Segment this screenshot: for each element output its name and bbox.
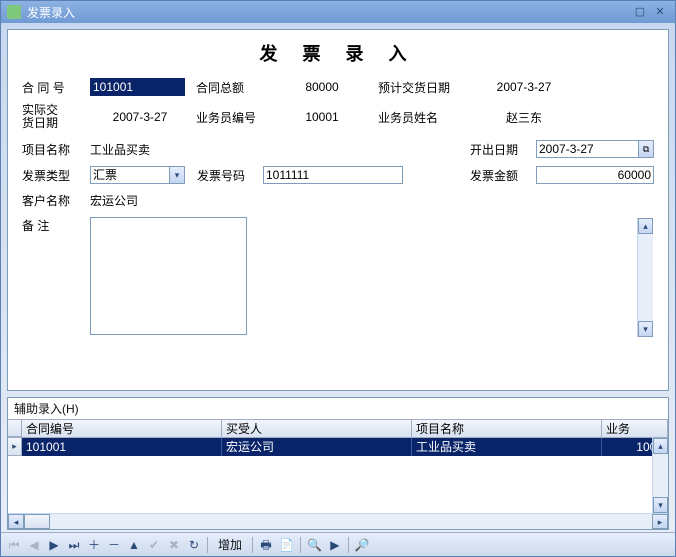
scroll-down-icon[interactable]: ▾ bbox=[653, 497, 668, 513]
app-window: 发票录入 ▢ ✕ 发 票 录 入 合 同 号 合同总额 80000 预计交货日期… bbox=[0, 0, 676, 557]
grid-header: 合同编号 买受人 项目名称 业务 bbox=[8, 420, 668, 438]
maximize-button[interactable]: ▢ bbox=[631, 5, 649, 19]
contract-no-label: 合 同 号 bbox=[22, 79, 84, 96]
cell-buyer: 宏运公司 bbox=[222, 438, 412, 456]
prev-record-button[interactable]: ◀ bbox=[25, 536, 43, 554]
col-biz[interactable]: 业务 bbox=[602, 420, 668, 437]
invoice-type-label: 发票类型 bbox=[22, 167, 84, 184]
expected-delivery-value: 2007-3-27 bbox=[464, 80, 584, 94]
invoice-amount-label: 发票金额 bbox=[470, 167, 530, 184]
contract-no-input[interactable] bbox=[90, 78, 185, 96]
date-picker-button[interactable]: ⧉ bbox=[638, 141, 653, 157]
play-button[interactable]: ▶ bbox=[326, 536, 344, 554]
contract-total-label: 合同总额 bbox=[196, 79, 266, 96]
actual-delivery-label: 实际交货日期 bbox=[22, 104, 84, 130]
close-button[interactable]: ✕ bbox=[651, 5, 669, 19]
issue-date-value: 2007-3-27 bbox=[537, 141, 638, 157]
page-title: 发 票 录 入 bbox=[22, 40, 654, 66]
grid-h-scrollbar[interactable]: ◂ ▸ bbox=[8, 513, 668, 529]
scroll-up-icon[interactable]: ▴ bbox=[638, 218, 653, 234]
chevron-down-icon[interactable]: ▾ bbox=[169, 167, 184, 183]
row-marker[interactable]: ▸ bbox=[8, 438, 22, 456]
issue-date-picker[interactable]: 2007-3-27 ⧉ bbox=[536, 140, 654, 158]
edit-record-button[interactable]: ▲ bbox=[125, 536, 143, 554]
salesman-name-label: 业务员姓名 bbox=[378, 109, 458, 126]
scroll-right-icon[interactable]: ▸ bbox=[652, 514, 668, 529]
app-icon bbox=[7, 5, 21, 19]
invoice-type-value: 汇票 bbox=[91, 167, 169, 183]
invoice-amount-input[interactable] bbox=[536, 166, 654, 184]
grid-v-scrollbar[interactable]: ▴ ▾ bbox=[652, 438, 668, 513]
cell-project: 工业品买卖 bbox=[412, 438, 602, 456]
nav-toolbar: ⏮ ◀ ▶ ⏭ ＋ － ▲ ✔ ✖ ↻ 增加 🖶 📄 🔍 ▶ 🔎 bbox=[1, 532, 675, 556]
form-panel: 发 票 录 入 合 同 号 合同总额 80000 预计交货日期 2007-3-2… bbox=[7, 29, 669, 391]
remarks-textarea[interactable] bbox=[90, 217, 247, 335]
salesman-no-label: 业务员编号 bbox=[196, 109, 266, 126]
print-preview-button[interactable]: 📄 bbox=[277, 536, 296, 554]
zoom-button[interactable]: 🔎 bbox=[353, 536, 372, 554]
cancel-edit-button[interactable]: ✖ bbox=[165, 536, 183, 554]
customer-name-label: 客户名称 bbox=[22, 192, 84, 209]
confirm-button[interactable]: ✔ bbox=[145, 536, 163, 554]
actual-delivery-value: 2007-3-27 bbox=[90, 110, 190, 124]
row-marker-header bbox=[8, 420, 22, 437]
expected-delivery-label: 预计交货日期 bbox=[378, 79, 458, 96]
next-record-button[interactable]: ▶ bbox=[45, 536, 63, 554]
last-record-button[interactable]: ⏭ bbox=[65, 536, 83, 554]
invoice-no-label: 发票号码 bbox=[197, 167, 257, 184]
scroll-down-icon[interactable]: ▾ bbox=[638, 321, 653, 337]
aux-title[interactable]: 辅助录入(H) bbox=[8, 398, 668, 419]
window-title: 发票录入 bbox=[27, 4, 75, 21]
remarks-scrollbar[interactable]: ▴ ▾ bbox=[637, 218, 653, 337]
aux-grid: 合同编号 买受人 项目名称 业务 ▸ 101001 宏运公司 工业品买卖 100… bbox=[8, 419, 668, 529]
invoice-no-input[interactable] bbox=[263, 166, 403, 184]
invoice-type-combo[interactable]: 汇票 ▾ bbox=[90, 166, 185, 184]
add-button[interactable]: 增加 bbox=[212, 536, 248, 554]
add-record-button[interactable]: ＋ bbox=[85, 536, 103, 554]
h-scroll-thumb[interactable] bbox=[24, 514, 50, 529]
print-button[interactable]: 🖶 bbox=[257, 536, 275, 554]
col-project[interactable]: 项目名称 bbox=[412, 420, 602, 437]
scroll-left-icon[interactable]: ◂ bbox=[8, 514, 24, 529]
table-row[interactable]: 101001 宏运公司 工业品买卖 1000 bbox=[22, 438, 668, 456]
grid-body: ▸ 101001 宏运公司 工业品买卖 1000 ▴ ▾ bbox=[8, 438, 668, 513]
project-name-label: 项目名称 bbox=[22, 141, 84, 158]
remove-record-button[interactable]: － bbox=[105, 536, 123, 554]
titlebar: 发票录入 ▢ ✕ bbox=[1, 1, 675, 23]
salesman-no-value: 10001 bbox=[272, 110, 372, 124]
col-contract-no[interactable]: 合同编号 bbox=[22, 420, 222, 437]
contract-total-value: 80000 bbox=[272, 80, 372, 94]
customer-name-value: 宏运公司 bbox=[90, 192, 138, 209]
refresh-button[interactable]: ↻ bbox=[185, 536, 203, 554]
aux-panel: 辅助录入(H) 合同编号 买受人 项目名称 业务 ▸ 101001 宏运公司 工… bbox=[7, 397, 669, 530]
cell-contract-no: 101001 bbox=[22, 438, 222, 456]
remarks-label: 备 注 bbox=[22, 217, 84, 338]
col-buyer[interactable]: 买受人 bbox=[222, 420, 412, 437]
search-button[interactable]: 🔍 bbox=[305, 536, 324, 554]
first-record-button[interactable]: ⏮ bbox=[5, 536, 23, 554]
salesman-name-value: 赵三东 bbox=[464, 109, 584, 126]
project-name-value: 工业品买卖 bbox=[90, 141, 270, 158]
issue-date-label: 开出日期 bbox=[470, 141, 530, 158]
scroll-up-icon[interactable]: ▴ bbox=[653, 438, 668, 454]
